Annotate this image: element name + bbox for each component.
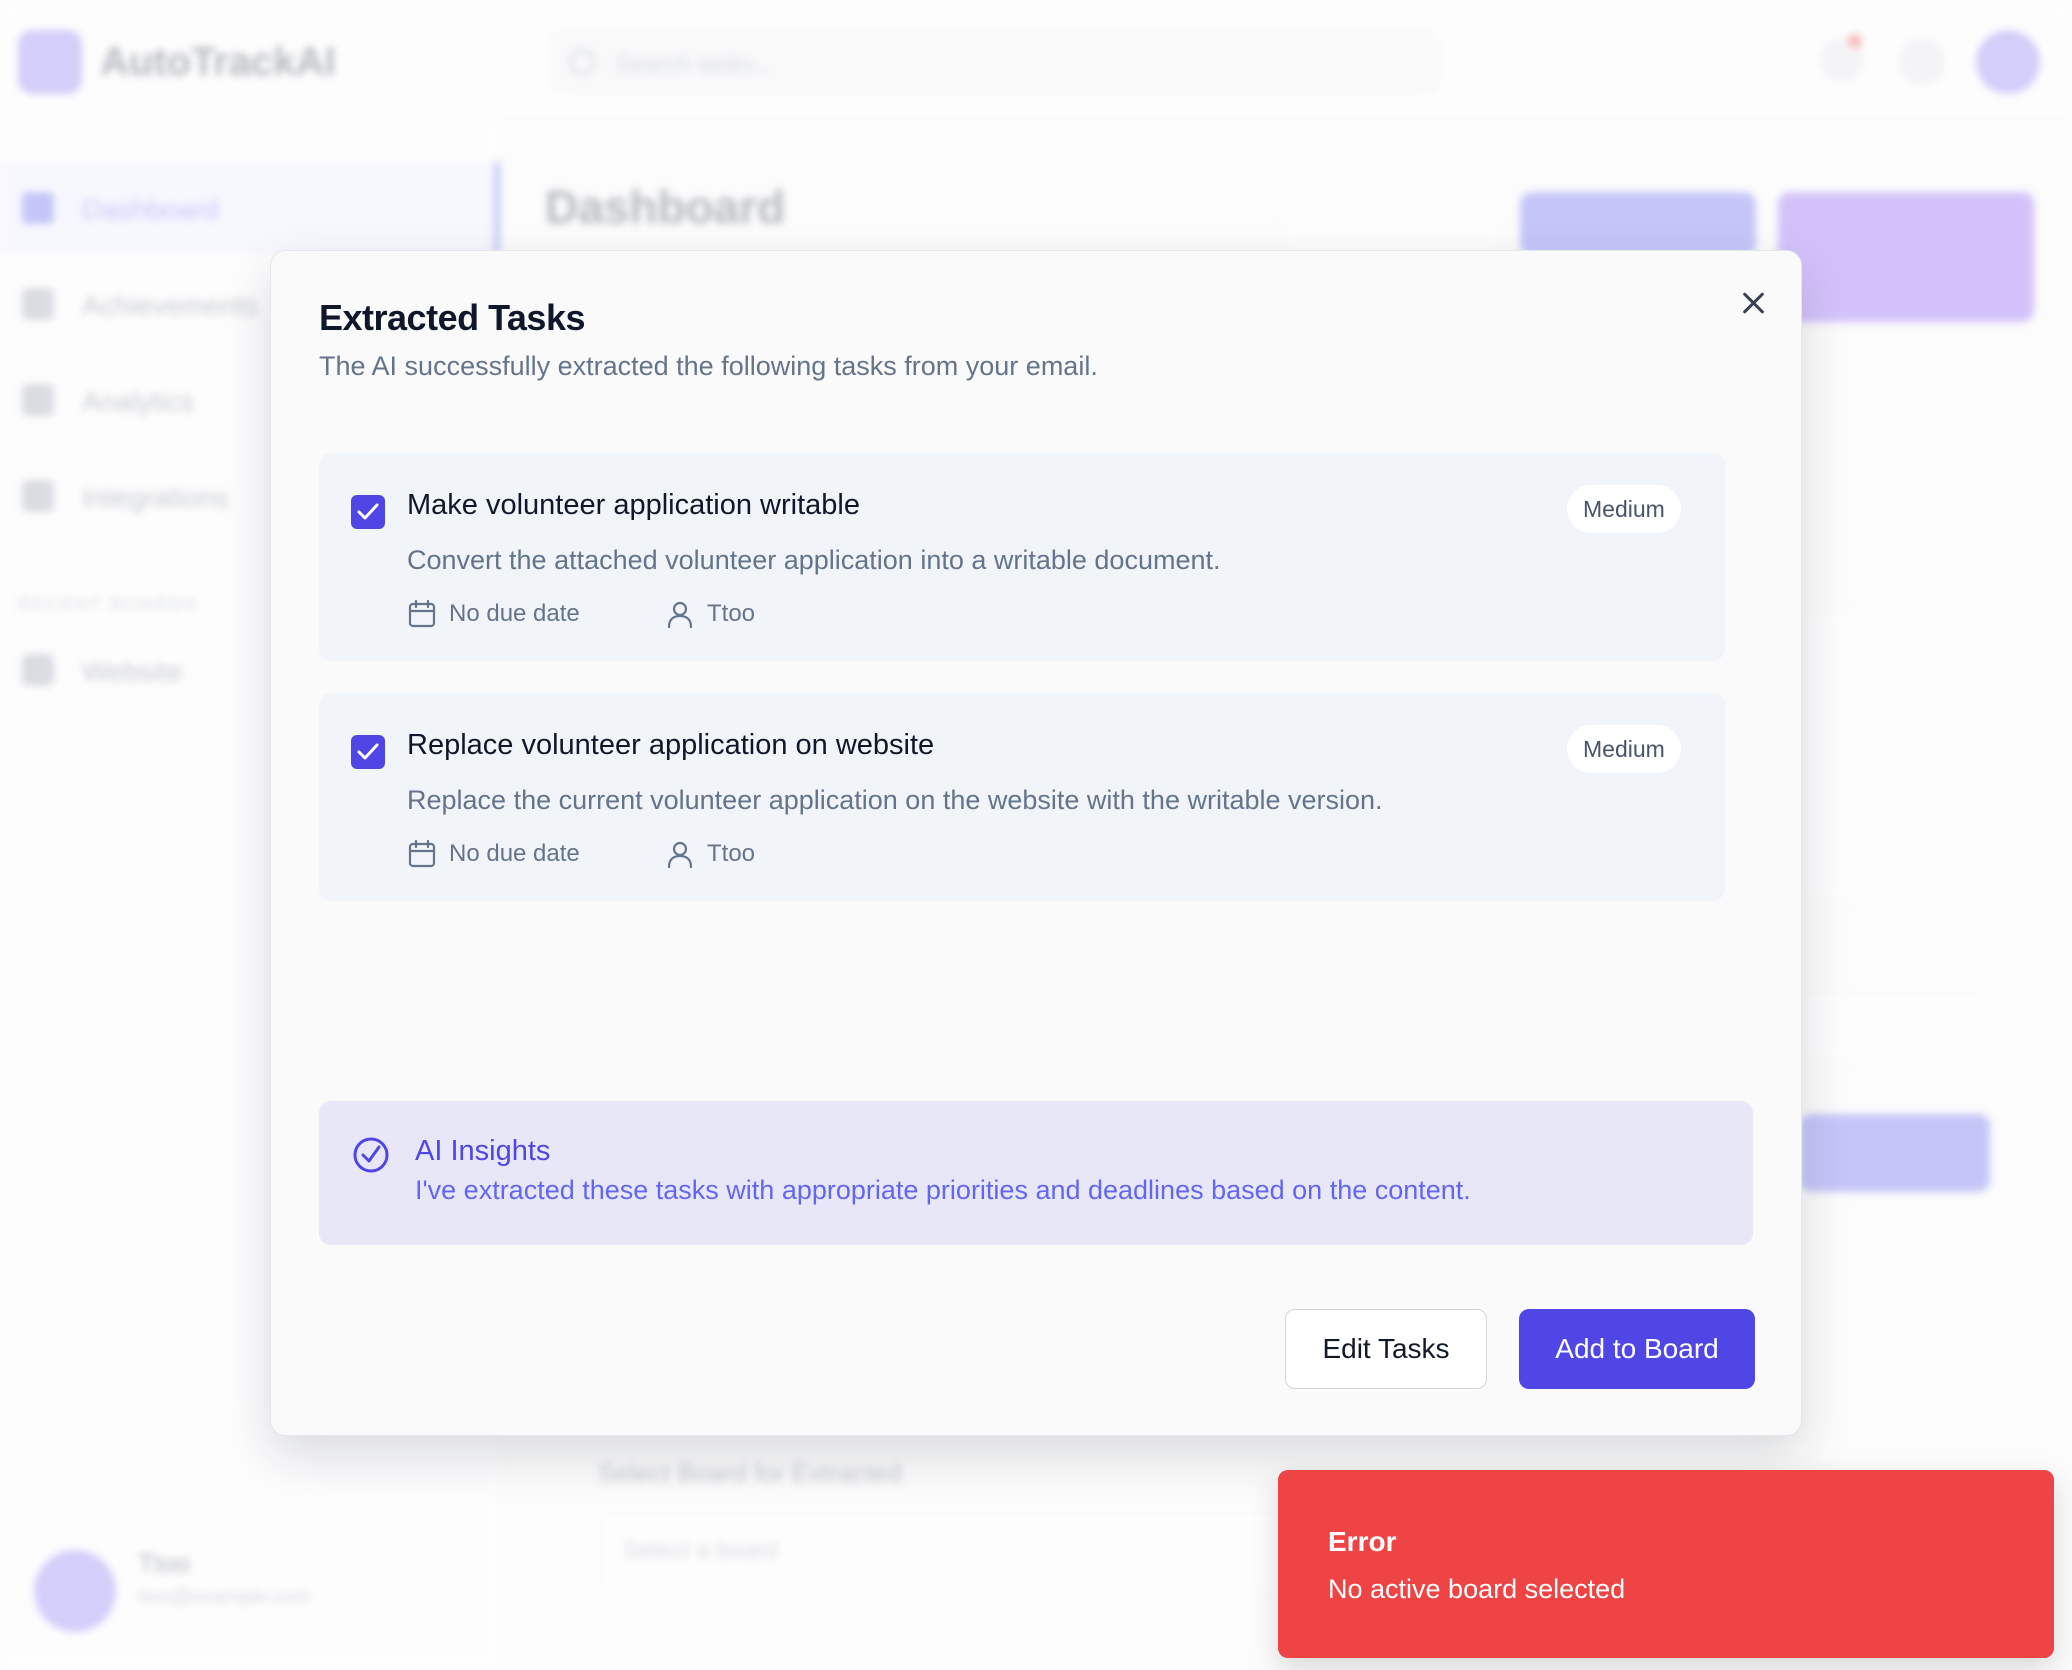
task-description: Replace the current volunteer applicatio… [407,785,1383,815]
task-title: Replace volunteer application on website [407,729,935,761]
add-to-board-button[interactable]: Add to Board [1519,1309,1755,1389]
task-checkbox[interactable] [351,735,385,769]
calendar-icon [408,839,436,868]
dialog-title: Extracted Tasks [319,297,585,338]
due-date-text: No due date [449,840,580,867]
task-card: Replace volunteer application on website… [319,693,1725,901]
task-title: Make volunteer application writable [407,489,860,521]
task-description: Convert the attached volunteer applicati… [407,545,1221,575]
task-checkbox[interactable] [351,495,385,529]
priority-badge: Medium [1567,725,1681,773]
calendar-icon [408,599,436,628]
error-toast[interactable]: Error No active board selected [1278,1470,2054,1658]
insights-text: I've extracted these tasks with appropri… [415,1175,1471,1205]
assignee-text: Ttoo [707,600,756,627]
check-icon [357,503,379,520]
edit-tasks-button[interactable]: Edit Tasks [1285,1309,1487,1389]
priority-badge: Medium [1567,485,1681,533]
check-icon [357,743,379,760]
toast-message: No active board selected [1328,1574,1626,1604]
user-icon [667,841,693,869]
clock-check-icon [353,1137,389,1173]
ai-insights-panel: AI Insights I've extracted these tasks w… [319,1101,1753,1245]
task-card: Make volunteer application writable Medi… [319,453,1725,661]
due-date-text: No due date [449,600,580,627]
close-icon[interactable] [1733,283,1773,323]
task-assignee: Ttoo [665,597,755,631]
task-assignee: Ttoo [665,837,755,871]
assignee-text: Ttoo [707,840,756,867]
extracted-tasks-dialog: Extracted Tasks The AI successfully extr… [270,250,1802,1436]
task-due-date: No due date [407,597,580,631]
user-icon [667,601,693,629]
toast-title: Error [1328,1526,1397,1557]
insights-title: AI Insights [415,1135,551,1167]
task-due-date: No due date [407,837,580,871]
dialog-subtitle: The AI successfully extracted the follow… [319,351,1098,381]
